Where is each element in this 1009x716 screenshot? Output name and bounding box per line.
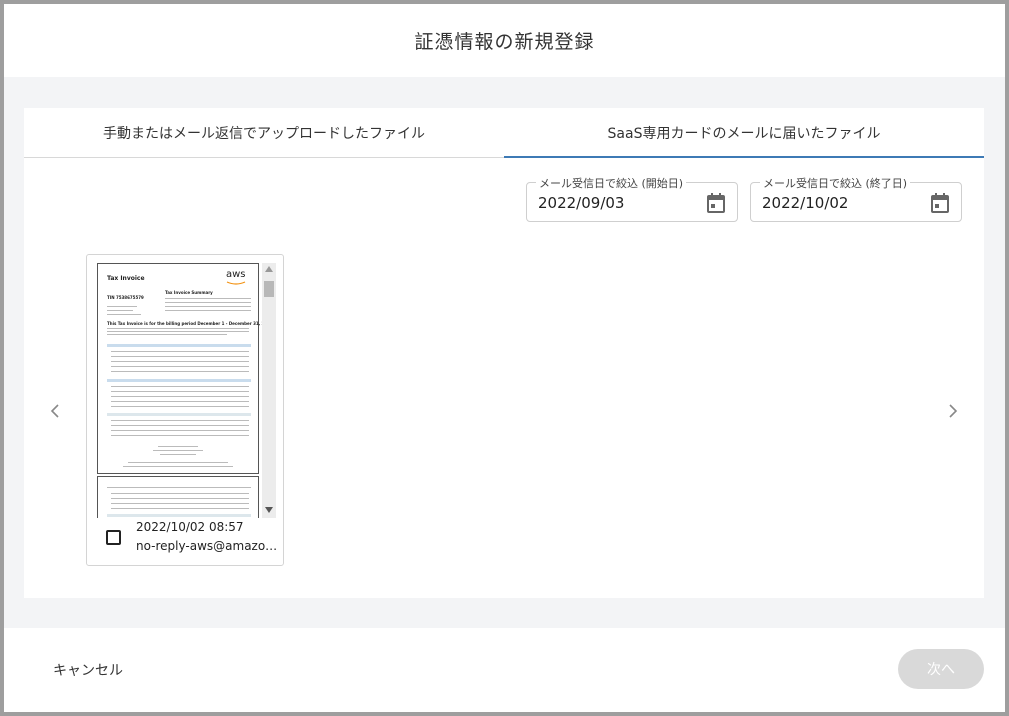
end-date-field[interactable]: メール受信日で絞込 (終了日) 2022/10/02 bbox=[750, 175, 962, 222]
preview-page-2 bbox=[97, 476, 259, 518]
calendar-icon[interactable] bbox=[930, 192, 950, 218]
scroll-down-icon[interactable] bbox=[265, 507, 273, 513]
dialog-title: 証憑情報の新規登録 bbox=[414, 31, 595, 53]
end-date-value: 2022/10/02 bbox=[762, 194, 849, 212]
start-date-value: 2022/09/03 bbox=[538, 194, 625, 212]
start-date-field[interactable]: メール受信日で絞込 (開始日) 2022/09/03 bbox=[526, 175, 738, 222]
scrollbar-thumb[interactable] bbox=[264, 281, 274, 297]
end-date-label: メール受信日で絞込 (終了日) bbox=[760, 175, 911, 191]
tab-saas-card-mail[interactable]: SaaS専用カードのメールに届いたファイル bbox=[504, 108, 984, 158]
chevron-left-icon[interactable] bbox=[45, 401, 65, 421]
aws-smile-icon bbox=[226, 281, 246, 285]
next-button[interactable]: 次へ bbox=[898, 649, 984, 689]
cancel-button[interactable]: キャンセル bbox=[53, 660, 123, 680]
file-selection-panel: 手動またはメール返信でアップロードしたファイル SaaS専用カードのメールに届い… bbox=[24, 108, 984, 598]
aws-logo: aws bbox=[226, 269, 246, 280]
start-date-label: メール受信日で絞込 (開始日) bbox=[536, 175, 687, 191]
scroll-up-icon[interactable] bbox=[265, 266, 273, 272]
preview-summary-heading: Tax Invoice Summary bbox=[165, 290, 213, 295]
calendar-icon[interactable] bbox=[706, 192, 726, 218]
invoice-preview: Tax Invoice aws TIN 7538675579 Tax Invoi… bbox=[96, 263, 276, 518]
dialog-body: 手動またはメール返信でアップロードしたファイル SaaS専用カードのメールに届い… bbox=[4, 77, 1005, 628]
tab-manual-upload[interactable]: 手動またはメール返信でアップロードしたファイル bbox=[24, 108, 504, 157]
file-received-date: 2022/10/02 08:57 bbox=[136, 520, 244, 534]
preview-period-line: This Tax Invoice is for the billing peri… bbox=[107, 321, 273, 326]
file-sender: no-reply-aws@amazo… bbox=[136, 539, 276, 553]
chevron-right-icon[interactable] bbox=[943, 401, 963, 421]
file-select-checkbox[interactable] bbox=[106, 530, 121, 545]
file-card[interactable]: Tax Invoice aws TIN 7538675579 Tax Invoi… bbox=[86, 254, 284, 566]
preview-title: Tax Invoice bbox=[107, 275, 145, 282]
tab-bar: 手動またはメール返信でアップロードしたファイル SaaS専用カードのメールに届い… bbox=[24, 108, 984, 158]
preview-scrollbar[interactable] bbox=[262, 263, 276, 518]
dialog: 証憑情報の新規登録 手動またはメール返信でアップロードしたファイル SaaS専用… bbox=[4, 4, 1005, 712]
preview-page: Tax Invoice aws TIN 7538675579 Tax Invoi… bbox=[97, 263, 273, 474]
dialog-footer: キャンセル 次へ bbox=[4, 628, 1005, 712]
preview-invoice-no: TIN 7538675579 bbox=[107, 295, 144, 300]
